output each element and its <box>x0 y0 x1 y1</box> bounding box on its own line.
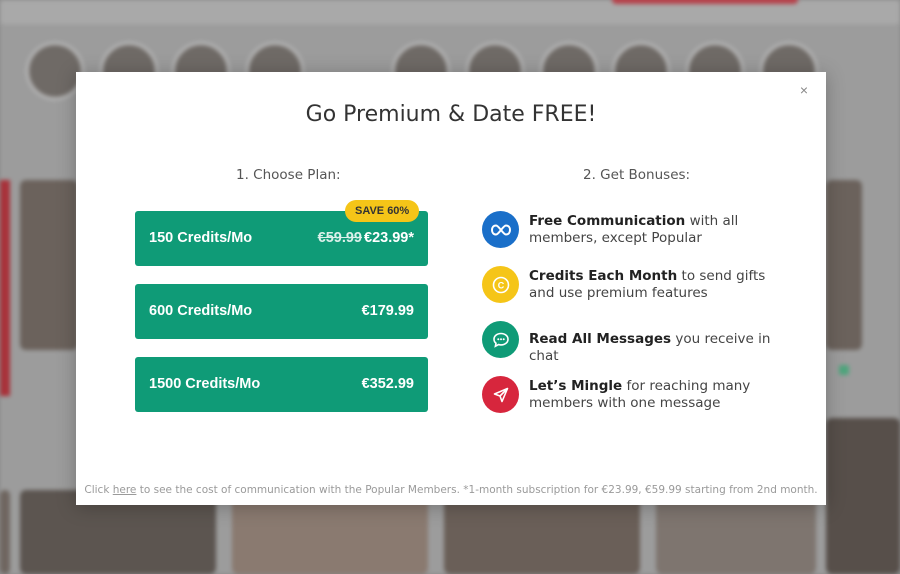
coin-icon: C <box>482 266 519 303</box>
background-profile-card <box>826 418 900 574</box>
background-profile-card <box>20 180 78 350</box>
send-icon <box>482 376 519 413</box>
plan-1500-credits-button[interactable]: 1500 Credits/Mo €352.99 <box>135 357 428 412</box>
modal-title: Go Premium & Date FREE! <box>305 102 597 127</box>
plan-price: €352.99 <box>361 376 414 392</box>
save-badge: SAVE 60% <box>345 200 420 222</box>
bonus-title: Let’s Mingle <box>529 378 623 394</box>
bonus-text: Free Communication with all members, exc… <box>529 213 789 247</box>
plan-name: 600 Credits/Mo <box>149 303 253 319</box>
plan-name: 150 Credits/Mo <box>149 230 253 246</box>
background-profile-card <box>826 180 862 350</box>
plan-600-credits-button[interactable]: 600 Credits/Mo €179.99 <box>135 284 428 339</box>
background-top-button <box>612 0 798 4</box>
bonuses-heading: 2. Get Bonuses: <box>583 167 691 183</box>
bonus-title: Credits Each Month <box>529 268 678 284</box>
chat-icon <box>482 321 519 358</box>
bonus-text: Read All Messages you receive in chat <box>529 331 789 365</box>
premium-modal: × Go Premium & Date FREE! 1. Choose Plan… <box>76 72 826 505</box>
bonus-title: Read All Messages <box>529 331 672 347</box>
infinity-icon <box>482 211 519 248</box>
choose-plan-heading: 1. Choose Plan: <box>236 167 341 183</box>
svg-text:C: C <box>497 280 504 290</box>
background-online-dot <box>839 365 849 375</box>
bonus-text: Let’s Mingle for reaching many members w… <box>529 378 789 412</box>
plan-price: €179.99 <box>361 303 414 319</box>
popular-members-cost-link[interactable]: here <box>113 484 137 496</box>
plan-name: 1500 Credits/Mo <box>149 376 261 392</box>
plan-current-price: €23.99* <box>364 230 414 246</box>
background-profile-card <box>0 490 10 574</box>
footer-prefix: Click <box>84 484 113 496</box>
plan-old-price: €59.99 <box>317 230 362 246</box>
footer-note: Click here to see the cost of communicat… <box>76 484 826 496</box>
close-button[interactable]: × <box>796 82 812 98</box>
bonus-text: Credits Each Month to send gifts and use… <box>529 268 789 302</box>
background-red-strip <box>0 180 10 396</box>
footer-suffix: to see the cost of communication with th… <box>136 484 818 496</box>
bonus-title: Free Communication <box>529 213 686 229</box>
